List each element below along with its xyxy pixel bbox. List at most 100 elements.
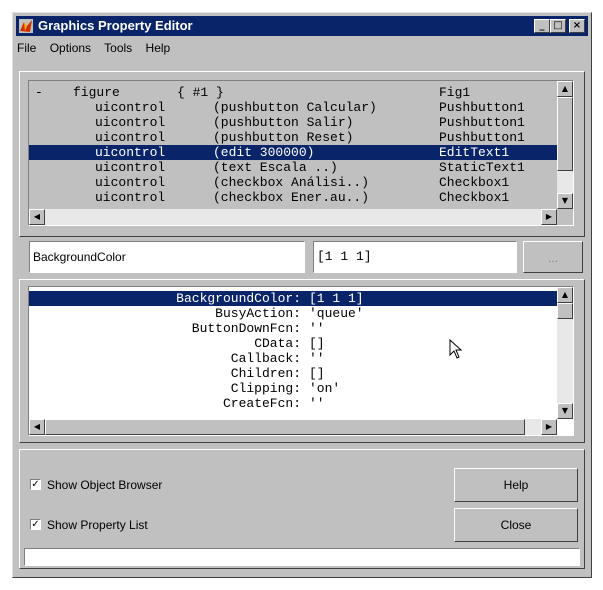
object-description: (text Escala ..) [213,160,338,175]
object-type: uicontrol [95,115,166,130]
tree-row[interactable]: uicontrol (checkbox Ener.au..) Checkbox1 [29,190,557,205]
property-row[interactable]: CreateFcn: '' [29,396,557,411]
show-object-browser-option[interactable]: ✓ Show Object Browser [30,478,162,492]
scroll-left-button[interactable]: ◀ [29,209,45,225]
object-tag: Pushbutton1 [439,100,525,115]
property-name-field[interactable]: BackgroundColor [29,241,305,273]
property-name: Callback: [230,351,301,366]
object-browser-panel: - figure { #1 } Fig1 uicontrol (pushbutton Ca… [19,71,585,237]
property-name: ButtonDownFcn: [191,321,301,336]
browse-button[interactable]: ... [523,241,583,273]
show-property-list-option[interactable]: ✓ Show Property List [30,518,148,532]
mouse-pointer-icon [449,339,463,359]
arrow-right-icon: ▶ [545,422,553,431]
object-tag: Fig1 [439,85,471,100]
property-value-field[interactable]: [1 1 1] [313,241,517,273]
property-value: [1 1 1] [309,291,364,306]
object-description: { #1 } [177,85,224,100]
object-tag: Pushbutton1 [439,130,525,145]
scroll-left-button[interactable]: ◀ [29,419,45,435]
scroll-thumb[interactable] [557,97,573,171]
matlab-logo-icon [19,19,33,33]
show-object-browser-label: Show Object Browser [47,478,163,492]
property-name: BusyAction: [215,306,301,321]
object-description: (pushbutton Salir) [213,115,354,130]
maximize-icon: □ [553,20,563,31]
menu-tools[interactable]: Tools [104,41,132,55]
scroll-up-button[interactable]: ▲ [557,81,573,97]
object-description: (pushbutton Calcular) [213,100,377,115]
property-value: '' [309,351,325,366]
arrow-right-icon: ▶ [545,212,553,221]
object-type: uicontrol [95,100,166,115]
tree-row[interactable]: uicontrol (pushbutton Reset) Pushbutton1 [29,130,557,145]
object-description: (edit 300000) [213,145,315,160]
object-type: figure [73,85,120,100]
property-list-hscrollbar[interactable]: ◀ ▶ [29,419,557,435]
property-row[interactable]: Clipping: 'on' [29,381,557,396]
property-value: [] [309,336,325,351]
scroll-down-button[interactable]: ▼ [557,403,573,419]
object-type: uicontrol [95,160,166,175]
object-description: (checkbox Análisi..) [213,175,370,190]
object-browser-vscrollbar[interactable]: ▲ ▼ [557,81,573,209]
tree-row[interactable]: - figure { #1 } Fig1 [29,85,557,100]
menu-options[interactable]: Options [50,41,91,55]
show-object-browser-checkbox[interactable]: ✓ [30,479,41,491]
arrow-down-icon: ▼ [561,406,569,415]
object-browser-list[interactable]: - figure { #1 } Fig1 uicontrol (pushbutton Ca… [28,80,574,226]
close-button[interactable]: Close [454,508,578,542]
arrow-up-icon: ▲ [561,290,569,299]
arrow-up-icon: ▲ [561,84,569,93]
property-row[interactable]: BusyAction: 'queue' [29,306,557,321]
tree-row[interactable]: uicontrol (pushbutton Salir) Pushbutton1 [29,115,557,130]
help-button[interactable]: Help [454,468,578,502]
menu-help[interactable]: Help [146,41,171,55]
property-row[interactable]: ButtonDownFcn: '' [29,321,557,336]
property-row[interactable]: CData: [] [29,336,557,351]
property-row[interactable]: Children: [] [29,366,557,381]
object-description: (checkbox Ener.au..) [213,190,370,205]
scroll-up-button[interactable]: ▲ [557,287,573,303]
tree-row[interactable]: uicontrol (checkbox Análisi..) Checkbox1 [29,175,557,190]
property-row[interactable]: BackgroundColor: [1 1 1] [29,291,557,306]
object-tag: StaticText1 [439,160,525,175]
object-browser-hscrollbar[interactable]: ◀ ▶ [29,209,557,225]
property-list[interactable]: BackgroundColor: [1 1 1] BusyAction: 'queue… [28,286,574,436]
property-name: CData: [254,336,301,351]
property-value: '' [309,396,325,411]
object-tag: Checkbox1 [439,190,510,205]
property-name: CreateFcn: [222,396,301,411]
close-icon: × [572,20,582,31]
tree-row[interactable]: uicontrol (text Escala ..) StaticText1 [29,160,557,175]
title-bar[interactable]: Graphics Property Editor _ □ × [16,16,588,36]
show-property-list-checkbox[interactable]: ✓ [30,519,41,531]
scroll-right-button[interactable]: ▶ [541,419,557,435]
object-tag: Checkbox1 [439,175,510,190]
hscroll-thumb[interactable] [45,419,525,435]
property-row[interactable]: Callback: '' [29,351,557,366]
property-list-vscrollbar[interactable]: ▲ ▼ [557,287,573,419]
scroll-thumb[interactable] [557,303,573,319]
menu-file[interactable]: File [17,41,36,55]
property-value: '' [309,321,325,336]
tree-row[interactable]: uicontrol (edit 300000) EditText1 [29,145,557,160]
minimize-icon: _ [539,20,545,31]
graphics-property-editor-window: Graphics Property Editor _ □ × File Opti… [12,12,592,578]
status-bar [24,548,580,566]
property-value: 'on' [309,381,341,396]
arrow-left-icon: ◀ [33,422,41,431]
menu-bar: File Options Tools Help [17,39,587,57]
arrow-down-icon: ▼ [561,196,569,205]
property-value: [] [309,366,325,381]
object-type: uicontrol [95,175,166,190]
window-title: Graphics Property Editor [38,18,193,33]
property-name: BackgroundColor: [176,291,301,306]
maximize-button[interactable]: □ [550,19,566,33]
minimize-button[interactable]: _ [534,19,550,33]
scroll-right-button[interactable]: ▶ [541,209,557,225]
property-name: Clipping: [230,381,301,396]
scroll-down-button[interactable]: ▼ [557,193,573,209]
close-window-button[interactable]: × [569,19,585,33]
tree-row[interactable]: uicontrol (pushbutton Calcular) Pushbutton… [29,100,557,115]
